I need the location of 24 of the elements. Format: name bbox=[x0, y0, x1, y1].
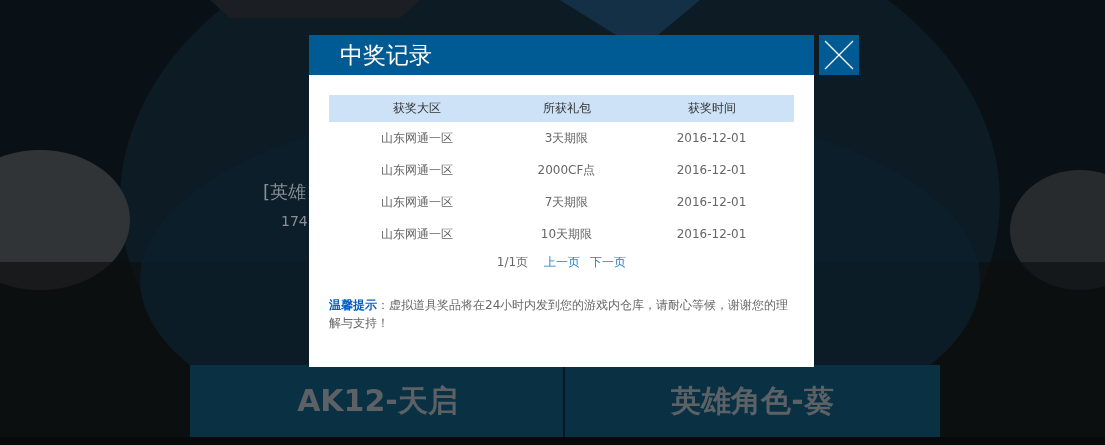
table-cell-text: 山东网通一区 bbox=[379, 129, 454, 147]
table-cell-text: 2016-12-01 bbox=[675, 194, 748, 211]
table-cell-text: 7天期限 bbox=[543, 193, 590, 211]
banner-label: 英雄角色-葵 bbox=[671, 381, 834, 420]
hero-title: [英雄 bbox=[263, 180, 307, 204]
table-cell-text: 2016-12-01 bbox=[675, 226, 748, 243]
hero-subtitle: 174 bbox=[281, 212, 308, 230]
table-cell-text: 2000CF点 bbox=[536, 161, 597, 179]
banner-label: AK12-天启 bbox=[297, 381, 458, 420]
page-indicator: 1/1页 bbox=[496, 253, 529, 271]
table-cell-text: 3天期限 bbox=[543, 129, 590, 147]
table-cell-text: 山东网通一区 bbox=[379, 225, 454, 243]
table-cell-text: 2016-12-01 bbox=[675, 162, 748, 179]
table-cell-text: 2016-12-01 bbox=[675, 130, 748, 147]
prev-page-link[interactable]: 上一页 bbox=[544, 253, 581, 271]
table-cell-text: 10天期限 bbox=[539, 225, 594, 243]
column-header: 所获礼包 bbox=[504, 95, 629, 122]
table-cell-text: 山东网通一区 bbox=[379, 161, 454, 179]
dialog-title: 中奖记录 bbox=[340, 40, 432, 70]
table-cell-text: 山东网通一区 bbox=[379, 193, 454, 211]
next-page-link[interactable]: 下一页 bbox=[590, 253, 627, 271]
notice-text: 温馨提示：虚拟道具奖品将在24小时内发到您的游戏内仓库，请耐心等候，谢谢您的理解与支持！ bbox=[329, 297, 790, 332]
column-header: 获奖大区 bbox=[329, 95, 504, 122]
column-header: 获奖时间 bbox=[629, 95, 794, 122]
